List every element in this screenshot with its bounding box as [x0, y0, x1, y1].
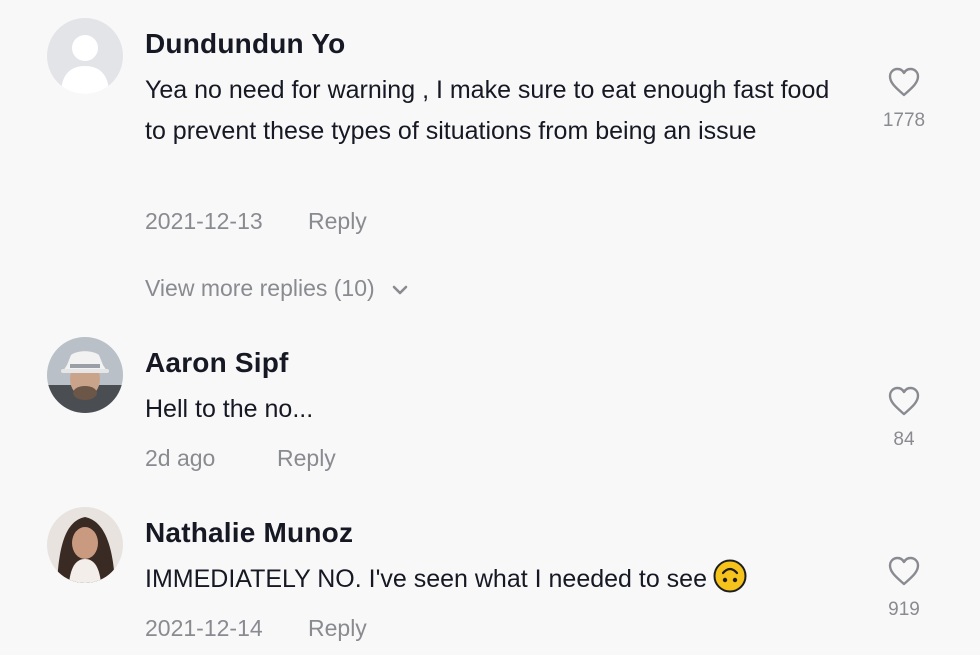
like-count: 919	[888, 599, 920, 620]
default-avatar-icon	[47, 18, 123, 94]
avatar[interactable]	[47, 507, 123, 583]
comment-author[interactable]: Dundundun Yo	[145, 28, 345, 60]
like-group: 919	[880, 555, 928, 621]
comment-author[interactable]: Nathalie Munoz	[145, 517, 353, 549]
view-more-replies-button[interactable]: View more replies (10)	[145, 275, 409, 302]
comment-author[interactable]: Aaron Sipf	[145, 347, 289, 379]
user-photo-avatar	[47, 337, 123, 413]
avatar[interactable]	[47, 18, 123, 94]
reply-button[interactable]: Reply	[277, 445, 336, 472]
reply-button[interactable]: Reply	[308, 208, 367, 235]
like-group: 84	[880, 385, 928, 451]
chevron-down-icon	[392, 285, 408, 295]
comment-date: 2021-12-14	[145, 615, 263, 641]
reply-button[interactable]: Reply	[308, 615, 367, 642]
user-photo-avatar	[47, 507, 123, 583]
heart-outline-icon[interactable]	[887, 555, 921, 587]
heart-outline-icon[interactable]	[887, 385, 921, 417]
heart-outline-icon[interactable]	[887, 66, 921, 98]
comment-text: Yea no need for warning , I make sure to…	[145, 76, 830, 145]
view-more-replies-label: View more replies (10)	[145, 275, 375, 301]
avatar[interactable]	[47, 337, 123, 413]
like-count: 84	[893, 429, 915, 450]
comment-date: 2d ago	[145, 445, 216, 471]
upside-down-face-emoji	[713, 559, 747, 593]
comment-text-content: IMMEDIATELY NO. I've seen what I needed …	[145, 565, 707, 593]
like-group: 1778	[880, 66, 928, 132]
comment-text: IMMEDIATELY NO. I've seen what I needed …	[145, 559, 845, 600]
comment-text: Hell to the no...	[145, 395, 314, 423]
like-count: 1778	[882, 110, 926, 131]
comment-date: 2021-12-13	[145, 208, 263, 234]
